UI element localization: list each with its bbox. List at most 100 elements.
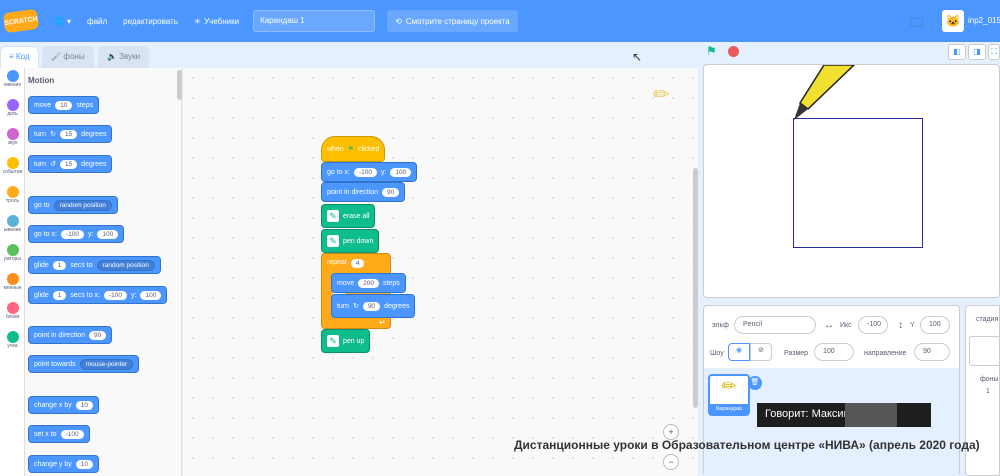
edit-menu[interactable]: редактировать — [123, 17, 178, 26]
chevron-down-icon: ▾ — [66, 16, 71, 26]
category-item[interactable]: ывание — [0, 215, 25, 233]
when-flag-clicked-block[interactable]: when ⚑ clicked — [321, 136, 386, 162]
category-dot-icon — [6, 302, 19, 314]
pencil-icon: ✏ — [653, 84, 670, 106]
category-label: звук — [7, 140, 18, 146]
green-flag-icon[interactable]: ⚑ — [706, 44, 717, 58]
category-item[interactable]: блоки — [0, 302, 25, 320]
trash-icon[interactable]: 🗑 — [748, 376, 762, 390]
editor-tabs: ≡ Код 🖌 фоны 🔈 Звуки — [0, 42, 180, 68]
category-item[interactable]: учка — [0, 331, 25, 349]
category-label: события — [2, 169, 23, 175]
hide-eye-icon[interactable]: ⊘ — [750, 343, 772, 361]
tab-costumes[interactable]: 🖌 фоны — [42, 46, 94, 68]
drawn-square — [793, 118, 923, 248]
see-project-page-button[interactable]: ⟲ Смотрите страницу проекта — [387, 10, 518, 32]
move-block[interactable]: move 10 steps — [28, 96, 100, 114]
go-to-xy-block[interactable]: go to x: -100 y: 100 — [321, 162, 418, 182]
large-stage-icon[interactable]: ◨ — [968, 44, 986, 60]
go-to-xy-block[interactable]: go to x: -100 y: 100 — [28, 225, 125, 243]
category-label: учка — [7, 343, 18, 349]
turn-left-block[interactable]: turn ↺ 15 degrees — [28, 155, 113, 173]
sprite-label: эльф — [712, 322, 729, 329]
category-item[interactable]: ижение — [0, 70, 25, 88]
sprite-name-input[interactable]: Pencil — [734, 316, 816, 334]
category-item[interactable]: раторы — [0, 244, 25, 262]
code-icon: ≡ — [9, 52, 14, 61]
fullscreen-icon[interactable]: ⛶ — [988, 44, 1000, 60]
size-label: Размер — [784, 350, 809, 357]
category-dot-icon — [6, 99, 19, 111]
pen-icon: ✎ — [327, 235, 339, 247]
stage-thumbnail[interactable] — [969, 336, 1000, 366]
language-menu[interactable]: 🌐 ▾ — [54, 17, 71, 26]
point-direction-block[interactable]: point in direction 90 — [321, 182, 406, 202]
scratch-logo[interactable]: SCRATCH — [2, 8, 40, 34]
category-dot-icon — [6, 186, 19, 198]
globe-icon: 🌐 — [54, 16, 64, 26]
set-x-block[interactable]: set x to -100 — [28, 425, 90, 443]
glide-xy-block[interactable]: glide 1 secs to x: -100 y: 100 — [28, 286, 168, 304]
avatar[interactable]: 🐱 — [942, 10, 964, 32]
rotate-left-icon: ↺ — [50, 161, 56, 168]
x-arrow-icon: ↔ — [824, 320, 834, 331]
move-block[interactable]: move 200 steps — [331, 273, 406, 293]
y-arrow-icon: ↕ — [898, 320, 903, 331]
erase-all-block[interactable]: ✎ erase all — [321, 204, 376, 228]
point-towards-block[interactable]: point towards mouse-pointer — [28, 355, 140, 373]
pen-icon: ✎ — [327, 335, 339, 347]
size-input[interactable]: 100 — [814, 343, 854, 361]
change-x-block[interactable]: change x by 10 — [28, 396, 99, 414]
palette-scrollbar[interactable] — [177, 70, 182, 100]
x-input[interactable]: -100 — [858, 316, 888, 334]
file-menu[interactable]: файл — [87, 17, 107, 26]
backdrops-label: фоны — [980, 376, 999, 383]
y-input[interactable]: 100 — [920, 316, 950, 334]
turn-right-block[interactable]: turn ↻ 90 degrees — [331, 294, 416, 318]
direction-input[interactable]: 90 — [914, 343, 950, 361]
glide-random-block[interactable]: glide 1 secs to random position — [28, 256, 161, 274]
caption: Дистанционные уроки в Образовательном це… — [514, 438, 980, 452]
category-label: ывание — [3, 227, 22, 233]
tab-costumes-label: фоны — [63, 52, 85, 61]
loop-arrow-icon: ↵ — [379, 318, 386, 327]
point-direction-block[interactable]: point in direction 90 — [28, 326, 113, 344]
category-item[interactable]: звук — [0, 128, 25, 146]
zoom-out-icon[interactable]: − — [663, 454, 679, 470]
tab-code-label: Код — [15, 52, 30, 61]
category-label: блоки — [5, 314, 20, 320]
folder-icon[interactable]: 🗀 — [910, 14, 923, 36]
stop-icon[interactable] — [728, 46, 739, 57]
small-stage-icon[interactable]: ◧ — [948, 44, 966, 60]
stage-label: стадия — [976, 316, 999, 323]
redaction-box — [845, 403, 897, 427]
category-dot-icon — [6, 273, 19, 285]
category-item[interactable]: менные — [0, 273, 25, 291]
tutorials-label: Учебники — [204, 16, 240, 26]
category-dot-icon — [6, 157, 19, 169]
category-item[interactable]: события — [0, 157, 25, 175]
category-item[interactable]: троль — [0, 186, 25, 204]
turn-right-block[interactable]: turn ↻ 15 degrees — [28, 125, 113, 143]
pen-up-block[interactable]: ✎ pen up — [321, 329, 371, 353]
tab-code[interactable]: ≡ Код — [0, 46, 39, 68]
lightbulb-icon: ☀ — [193, 16, 202, 26]
username[interactable]: inp2_015 — [968, 16, 1000, 25]
sprite-thumbnail[interactable]: ✏ Карандаш 🗑 — [708, 374, 762, 416]
tab-sounds-label: Звуки — [119, 52, 141, 61]
tutorials-button[interactable]: ☀ Учебники — [194, 17, 239, 26]
category-dot-icon — [6, 215, 19, 227]
stage-canvas[interactable] — [703, 64, 1000, 298]
script-area[interactable]: ✏ when ⚑ clicked go to x: -100 y: 100 point i… — [183, 68, 698, 476]
tab-sounds[interactable]: 🔈 Звуки — [98, 46, 150, 68]
show-visible-eye-icon[interactable]: ◉ — [728, 343, 750, 361]
project-title-input[interactable]: Карандаш 1 — [253, 10, 376, 32]
change-y-block[interactable]: change y by 10 — [28, 455, 99, 473]
category-dot-icon — [6, 128, 19, 140]
pen-down-block[interactable]: ✎ pen down — [321, 229, 380, 253]
script-scrollbar[interactable] — [693, 168, 698, 408]
green-flag-icon: ⚑ — [347, 146, 355, 153]
direction-label: направление — [864, 350, 907, 357]
category-item[interactable]: дать — [0, 99, 25, 117]
go-to-block[interactable]: go to random position — [28, 196, 118, 214]
